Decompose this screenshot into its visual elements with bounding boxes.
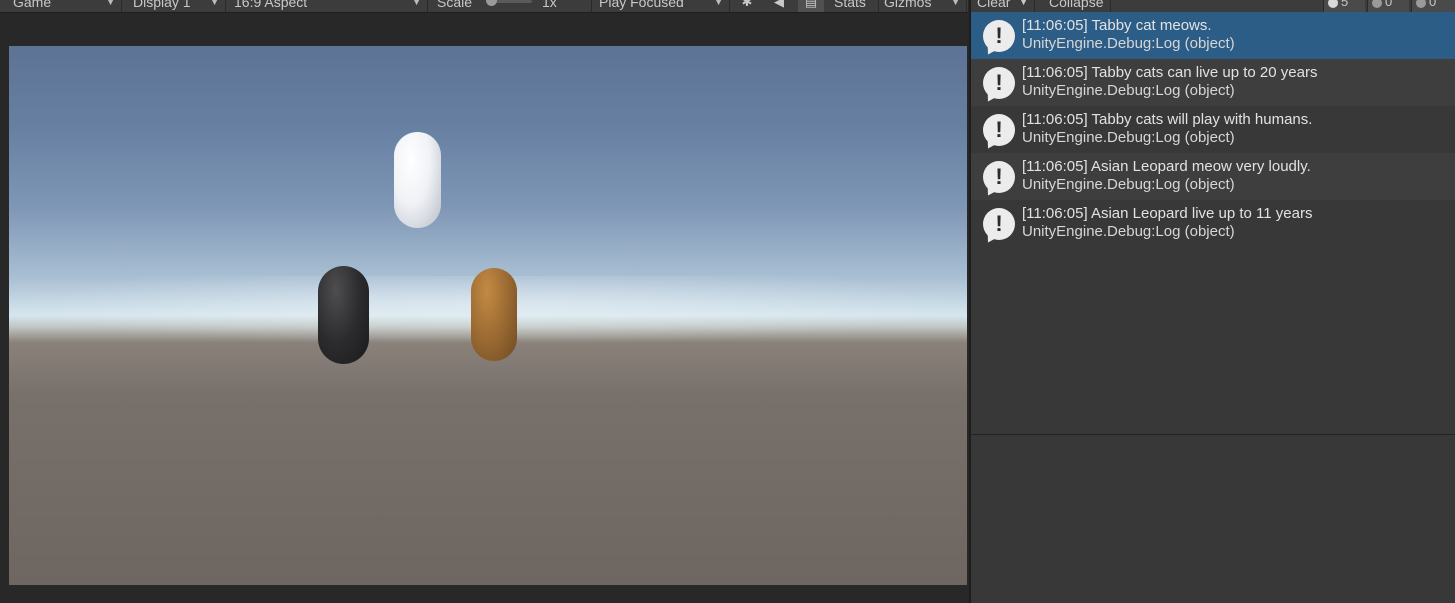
log-entry[interactable]: ! [11:06:05] Tabby cats can live up to 2… [971,59,1455,106]
log-message: [11:06:05] Asian Leopard meow very loudl… [1022,158,1311,175]
info-message-icon: ! [983,114,1015,146]
gizmos-dropdown[interactable]: Gizmos ▼ [879,0,967,12]
log-message: [11:06:05] Tabby cats can live up to 20 … [1022,64,1318,81]
view-label: Game [13,0,52,10]
log-message: [11:06:05] Asian Leopard live up to 11 y… [1022,205,1313,222]
error-count: 0 [1429,0,1437,9]
scale-label: Scale [437,0,473,10]
info-bubble-icon [1328,0,1338,8]
scale-control: Scale 1x [432,0,592,12]
aspect-label: 16:9 Aspect [234,0,308,10]
log-source: UnityEngine.Debug:Log (object) [1022,35,1235,52]
error-count-toggle[interactable]: 0 [1411,0,1455,12]
mute-audio-icon[interactable]: ◀ [766,0,792,12]
chevron-down-icon: ▼ [210,0,219,7]
game-view: Game ▼ Display 1 ▼ 16:9 Aspect ▼ Scale 1… [0,0,968,603]
log-count: 5 [1341,0,1349,9]
log-source: UnityEngine.Debug:Log (object) [1022,82,1235,99]
log-entry[interactable]: ! [11:06:05] Asian Leopard live up to 11… [971,200,1455,247]
log-source: UnityEngine.Debug:Log (object) [1022,176,1235,193]
aspect-dropdown[interactable]: 16:9 Aspect ▼ [229,0,428,12]
log-details-pane[interactable] [971,435,1455,603]
game-toolbar: Game ▼ Display 1 ▼ 16:9 Aspect ▼ Scale 1… [0,0,968,13]
chevron-down-icon: ▼ [951,0,960,7]
clear-button[interactable]: Clear ▼ [971,0,1035,12]
info-message-icon: ! [983,67,1015,99]
scale-slider-thumb[interactable] [486,0,497,6]
log-entry[interactable]: ! [11:06:05] Tabby cat meows. UnityEngin… [971,12,1455,59]
log-list[interactable]: ! [11:06:05] Tabby cat meows. UnityEngin… [971,12,1455,435]
play-mode-dropdown[interactable]: Play Focused ▼ [594,0,730,12]
white-capsule [394,132,441,228]
log-source: UnityEngine.Debug:Log (object) [1022,129,1235,146]
play-mode-label: Play Focused [599,0,684,10]
stats-graph-icon[interactable]: ▤ [798,0,824,12]
chevron-down-icon: ▼ [714,0,723,7]
log-entry[interactable]: ! [11:06:05] Asian Leopard meow very lou… [971,153,1455,200]
display-label: Display 1 [133,0,191,10]
black-capsule [318,266,369,364]
game-viewport[interactable] [9,46,967,585]
collapse-button[interactable]: Collapse [1043,0,1111,12]
log-source: UnityEngine.Debug:Log (object) [1022,223,1235,240]
stats-label: Stats [834,0,866,10]
display-dropdown[interactable]: Display 1 ▼ [128,0,226,12]
clear-label: Clear [977,0,1011,10]
brown-capsule [471,268,517,361]
info-message-icon: ! [983,208,1015,240]
log-message: [11:06:05] Tabby cats will play with hum… [1022,111,1313,128]
warning-icon [1372,0,1382,8]
info-message-icon: ! [983,20,1015,52]
log-count-toggle[interactable]: 5 [1323,0,1365,12]
warning-count-toggle[interactable]: 0 [1367,0,1409,12]
view-dropdown[interactable]: Game ▼ [8,0,122,12]
log-message: [11:06:05] Tabby cat meows. [1022,17,1212,34]
info-message-icon: ! [983,161,1015,193]
chevron-down-icon: ▼ [412,0,421,7]
scale-value: 1x [542,0,557,10]
chevron-down-icon: ▼ [106,0,115,7]
console-window: Clear ▼ Collapse 5 0 0 ! [11:06:05] Tabb… [969,0,1455,603]
chevron-down-icon: ▼ [1019,0,1028,7]
error-icon [1416,0,1426,8]
gizmos-label: Gizmos [884,0,932,10]
collapse-label: Collapse [1049,0,1104,10]
bug-icon[interactable]: ✱ [734,0,760,12]
log-entry[interactable]: ! [11:06:05] Tabby cats will play with h… [971,106,1455,153]
warning-count: 0 [1385,0,1393,9]
stats-button[interactable]: Stats [829,0,879,12]
